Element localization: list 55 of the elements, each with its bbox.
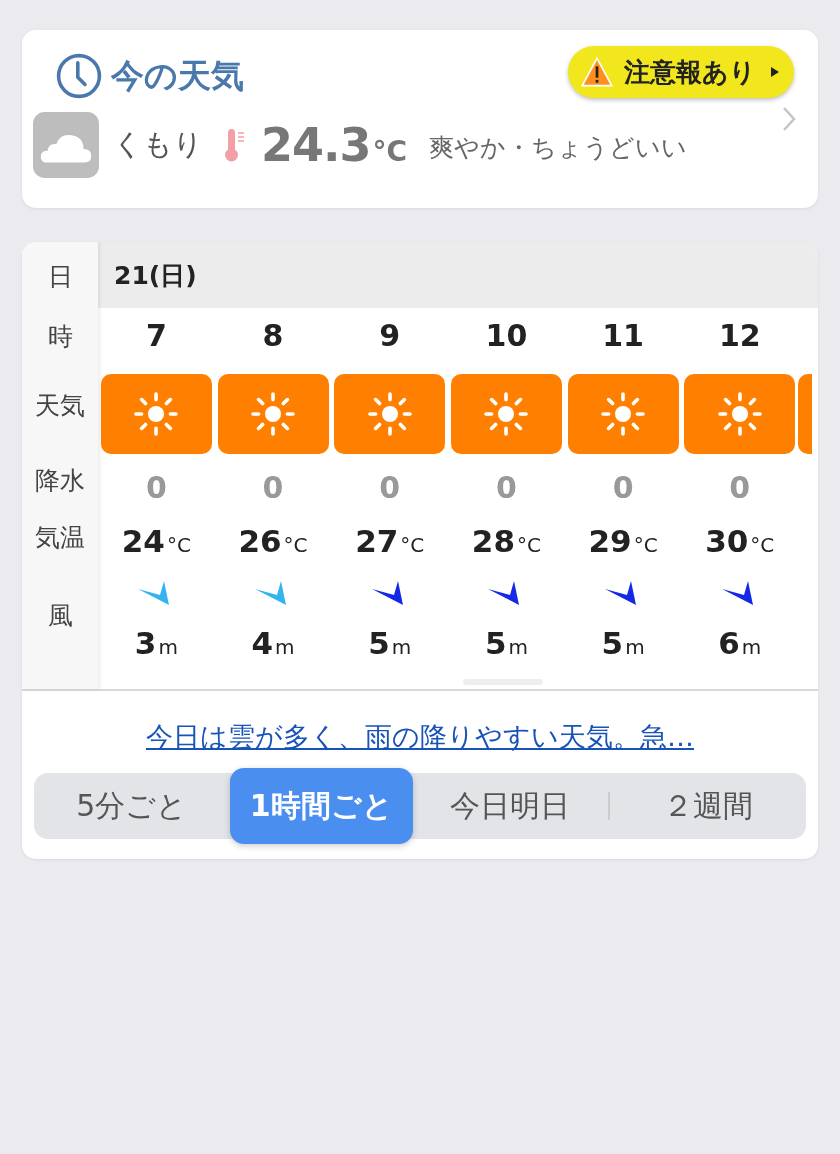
interval-tab[interactable]: 5分ごと [34,773,230,839]
temperature-unit: °C [372,134,408,168]
sun-icon [599,390,648,438]
row-label: 降水 [35,465,85,497]
hour-text: 12 [718,318,761,355]
sun-icon [715,390,764,438]
row-label: 日 [47,261,73,293]
row-label: 気温 [35,522,85,554]
current-weather-card[interactable]: 今の天気 注意報あり くもり 24.3°C 爽やか・ちょうどいい [22,30,818,208]
row-label: 時 [47,321,73,353]
alert-badge[interactable]: 注意報あり [568,46,794,98]
temperature-text: 29°C [588,523,658,559]
precipitation-value: 0 [495,470,517,505]
hour-text: 10 [485,318,528,355]
precipitation-value: 0 [612,470,634,505]
temperature-text: 30°C [705,523,775,559]
temperature-text: 26°C [238,523,308,559]
cloud-icon [33,112,99,178]
temperature-text: 28°C [471,523,541,559]
row-label: 風 [47,600,73,632]
hour-text: 8 [262,318,284,355]
sun-icon [249,390,298,438]
hour-text: 9 [379,318,401,355]
temperature-value: 24.3 [261,118,371,172]
comfort-text: 爽やか・ちょうどいい [429,131,688,164]
wind-speed-text: 5 m [484,625,528,661]
interval-tab[interactable]: 今日明日 [412,773,609,839]
sun-icon [132,390,181,438]
row-label: 天気 [35,390,85,422]
warning-icon [580,56,614,88]
play-arrow-icon [770,66,780,78]
precipitation-value: 0 [379,470,401,505]
hour-text: 11 [602,318,644,355]
wind-speed-text: 5 m [368,625,412,661]
precipitation-value: 0 [729,470,751,505]
wind-speed-text: 3 m [134,625,178,661]
interval-tab[interactable]: 1時間ごと [229,768,413,844]
summary-link[interactable]: 今日は雲が多く、雨の降りやすい天気。急… [146,719,694,755]
thermometer-icon [223,127,247,163]
clock-icon [55,52,103,100]
wind-speed-text: 6 m [718,625,762,661]
wind-speed-text: 4m [251,625,295,661]
temperature-text: 24°C [121,523,191,559]
date-text: 21(日) [114,259,197,292]
condition-text: くもり [113,126,203,163]
precipitation-value: 0 [262,470,284,505]
hour-text: 7 [145,318,167,355]
sun-icon [365,390,414,438]
chevron-right-icon [782,106,796,132]
section-title: 今の天気 [111,54,244,97]
temperature-text: 27°C [355,523,425,559]
interval-tab[interactable]: ２週間 [610,773,806,839]
sun-icon [482,390,531,438]
precipitation-value: 0 [145,470,167,505]
wind-speed-text: 5 m [601,625,645,661]
